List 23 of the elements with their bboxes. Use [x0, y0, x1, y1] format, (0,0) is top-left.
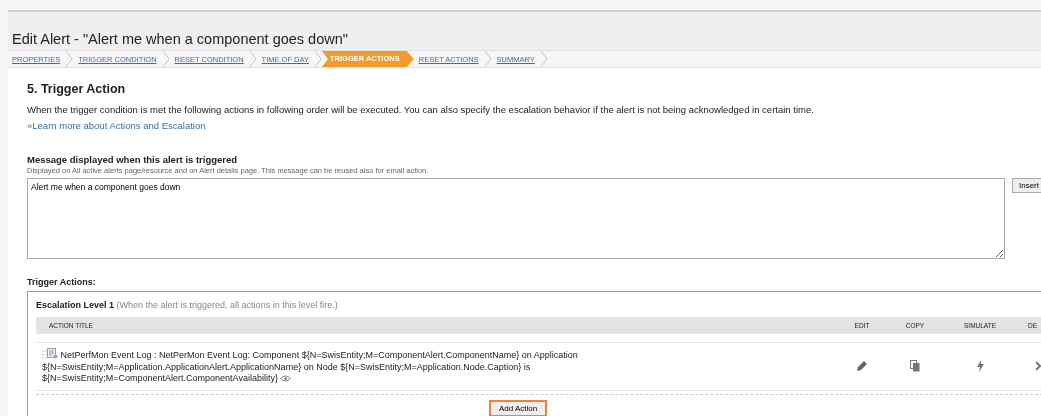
chevron-icon [161, 51, 170, 67]
chevron-icon [483, 51, 492, 67]
chevron-icon [248, 51, 257, 67]
window-title: Edit Alert - "Alert me when a component goes down" [12, 31, 348, 47]
log-icon [47, 348, 58, 359]
trigger-actions-label: Trigger Actions: [27, 277, 97, 287]
escalation-title: Escalation Level 1 (When the alert is triggered, all actions in this level fire.) [36, 300, 339, 310]
chevron-icon [65, 51, 74, 67]
message-field[interactable]: Alert me when a component goes down [27, 178, 1005, 259]
drag-handle-icon[interactable] [42, 350, 47, 359]
learn-more-link[interactable]: »Learn more about Actions and Escalation [27, 120, 1041, 131]
eye-icon[interactable] [280, 375, 292, 382]
message-label: Message displayed when this alert is triggered [27, 154, 239, 165]
action-title: NetPerfMon Event Log : NetPerMon Event Log: Component ${N=SwisEntity;M=ComponentAlert.ComponentName} on Application ${N=SwisEntity;M=Application.ApplicationAlert.ApplicationName} on Node ${N=SwisEntity;M=Application.Node.Caption} is ${N=SwisEntity;M=ComponentAlert.ComponentAvailability} [41, 348, 579, 385]
section-description: When the trigger condition is met the following actions in following order will be executed. You can also specify the escalation behavior if the alert is not being acknowledged in certain time. [27, 104, 815, 115]
chevron-icon [314, 51, 322, 67]
section-heading: 5. Trigger Action [27, 82, 127, 96]
lightning-icon[interactable] [976, 360, 984, 373]
pencil-icon[interactable] [856, 360, 868, 373]
chevron-icon [539, 51, 548, 67]
copy-icon[interactable] [910, 360, 920, 373]
insert-button[interactable]: Insert [1012, 178, 1041, 193]
add-action-button[interactable]: Add Action [489, 399, 548, 416]
